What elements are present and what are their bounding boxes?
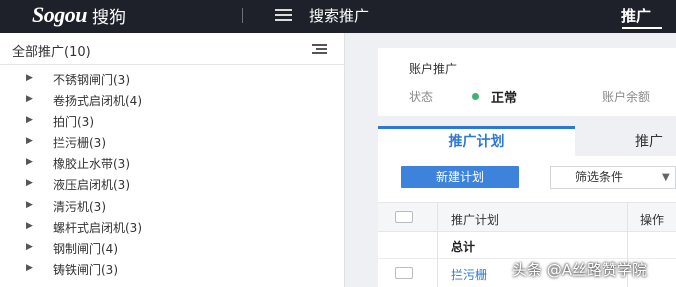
filter-label: 筛选条件	[575, 170, 624, 184]
expand-arrow-icon[interactable]: ▶	[26, 73, 33, 83]
account-card: 账户推广 状态 正常 账户余额	[378, 48, 676, 116]
account-title: 账户推广	[409, 62, 458, 76]
collapse-sidebar-icon[interactable]	[312, 44, 327, 54]
new-plan-button[interactable]: 新建计划	[401, 166, 519, 188]
tree-item-label: 拦污栅(3)	[53, 136, 106, 151]
table-row-total: 总计	[378, 232, 676, 259]
column-divider	[437, 232, 438, 259]
tree-item-label: 钢制闸门(4)	[53, 241, 118, 256]
logo-wordmark: Sogou	[32, 2, 87, 27]
tree-item-label: 液压启闭机(3)	[53, 178, 130, 193]
tree-item[interactable]: ▶ 清污机(3)	[0, 196, 345, 217]
column-header-action[interactable]: 操作	[640, 211, 664, 228]
tree-item[interactable]: ▶ 拍门(3)	[0, 111, 345, 132]
expand-arrow-icon[interactable]: ▶	[26, 200, 33, 210]
expand-arrow-icon[interactable]: ▶	[26, 115, 33, 125]
expand-arrow-icon[interactable]: ▶	[26, 94, 33, 104]
campaign-tree: ▶ 不锈钢闸门(3) ▶ 卷扬式启闭机(4) ▶ 拍门(3) ▶ 拦污栅(3) ▶ 橡胶止…	[0, 69, 345, 280]
column-divider	[627, 203, 628, 233]
nav-tab-active-indicator	[622, 27, 662, 29]
tab-promotion[interactable]: 推广	[575, 126, 676, 156]
sidebar-title[interactable]: 全部推广(10)	[12, 41, 91, 60]
expand-arrow-icon[interactable]: ▶	[26, 263, 33, 273]
tree-item[interactable]: ▶ 液压启闭机(3)	[0, 174, 345, 195]
column-header-plan[interactable]: 推广计划	[451, 211, 499, 228]
tree-item-label: 铸铁闸门(3)	[53, 262, 118, 277]
nav-tab-promotion[interactable]: 推广	[621, 5, 651, 26]
expand-arrow-icon[interactable]: ▶	[26, 221, 33, 231]
expand-arrow-icon[interactable]: ▶	[26, 178, 33, 188]
total-label: 总计	[451, 240, 476, 254]
tree-item-label: 清污机(3)	[53, 199, 106, 214]
tree-item[interactable]: ▶ 不锈钢闸门(3)	[0, 69, 345, 90]
plan-name-link[interactable]: 拦污栅	[451, 266, 487, 283]
tree-item[interactable]: ▶ 拦污栅(3)	[0, 132, 345, 153]
select-all-checkbox[interactable]	[395, 211, 413, 223]
tree-item[interactable]: ▶ 螺杆式启闭机(3)	[0, 217, 345, 238]
logo-chinese: 搜狗	[91, 7, 126, 28]
status-dot-icon	[472, 93, 479, 100]
product-title[interactable]: 搜索推广	[309, 5, 369, 26]
tree-item[interactable]: ▶ 钢制闸门(4)	[0, 238, 345, 259]
tree-item[interactable]: ▶ 橡胶止水带(3)	[0, 153, 345, 174]
sogou-logo[interactable]: Sogou 搜狗	[32, 2, 126, 28]
chevron-down-icon: ▼	[662, 172, 670, 183]
filter-dropdown[interactable]: 筛选条件 ▼	[550, 166, 676, 189]
tree-item-label: 不锈钢闸门(3)	[53, 73, 130, 87]
sidebar-header: 全部推广(10)	[0, 33, 345, 65]
watermark: 头条 @A丝路赞学院	[512, 261, 648, 279]
tree-item[interactable]: ▶ 铸铁闸门(3)	[0, 259, 345, 280]
tree-item-label: 螺杆式启闭机(3)	[53, 220, 142, 235]
status-value: 正常	[491, 91, 518, 106]
status-label: 状态	[409, 90, 434, 104]
tree-item[interactable]: ▶ 卷扬式启闭机(4)	[0, 90, 345, 111]
column-divider	[627, 232, 628, 259]
nav-divider	[242, 8, 243, 23]
sidebar: 全部推广(10) ▶ 不锈钢闸门(3) ▶ 卷扬式启闭机(4) ▶ 拍门(3) ▶ 拦污…	[0, 33, 345, 287]
tree-item-label: 卷扬式启闭机(4)	[53, 94, 142, 109]
column-divider	[437, 203, 438, 233]
expand-arrow-icon[interactable]: ▶	[26, 242, 33, 252]
column-divider	[437, 259, 438, 287]
table-header: 推广计划 操作	[378, 202, 676, 233]
row-checkbox[interactable]	[395, 267, 413, 279]
tab-plans[interactable]: 推广计划	[378, 126, 575, 156]
expand-arrow-icon[interactable]: ▶	[26, 157, 33, 167]
menu-icon[interactable]	[275, 9, 292, 21]
tree-item-label: 橡胶止水带(3)	[53, 157, 130, 172]
balance-label: 账户余额	[602, 90, 651, 104]
tree-item-label: 拍门(3)	[53, 115, 94, 130]
top-nav-bar: Sogou 搜狗 搜索推广 推广	[0, 0, 676, 33]
expand-arrow-icon[interactable]: ▶	[26, 136, 33, 146]
